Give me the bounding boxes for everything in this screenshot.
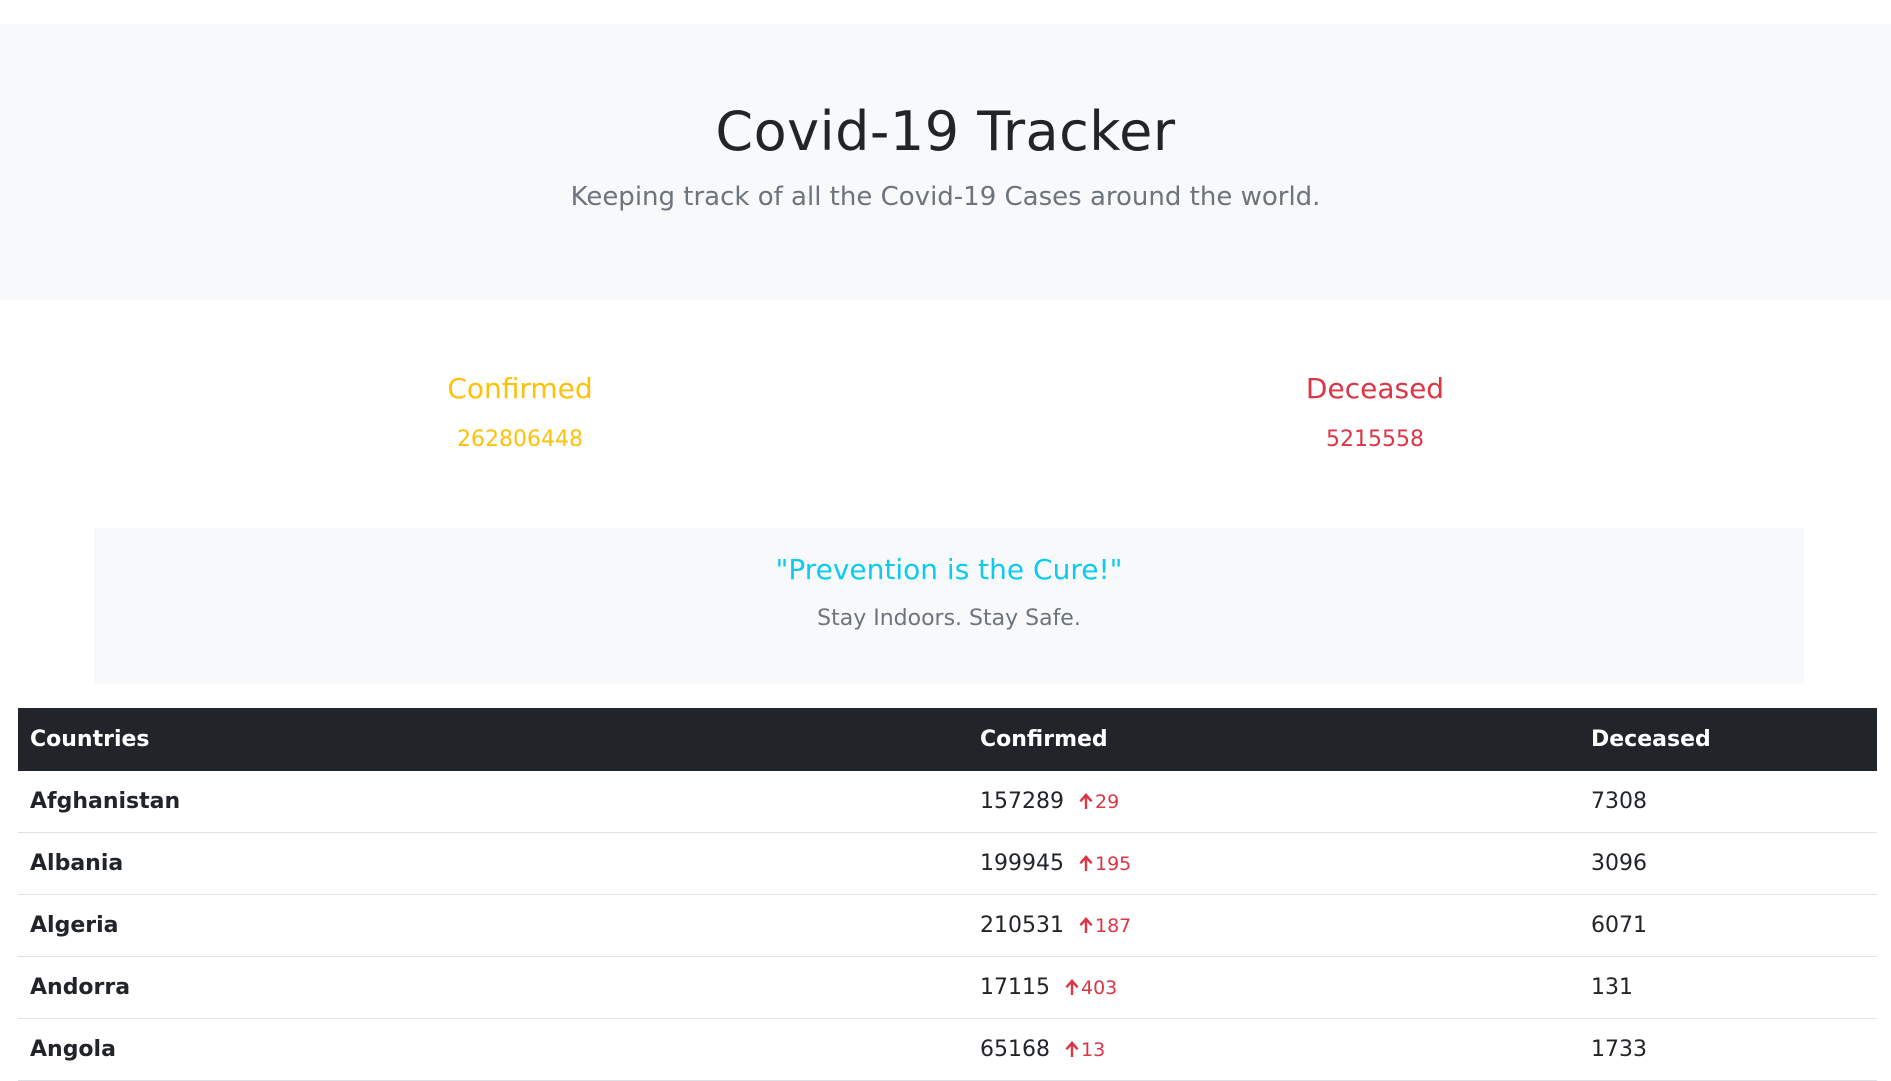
deceased-column-header[interactable]: Deceased [1579, 708, 1877, 771]
country-name: Algeria [18, 894, 968, 957]
page-subtitle: Keeping track of all the Covid-19 Cases … [570, 182, 1321, 212]
deceased-count: 1733 [1579, 1018, 1877, 1081]
arrow-up-icon [1078, 854, 1094, 877]
new-cases-count: 29 [1094, 790, 1120, 813]
table-row[interactable]: Andorra 17115 403 131 [18, 956, 1877, 1019]
countries-column-header[interactable]: Countries [18, 708, 968, 771]
new-cases-delta: 13 [1064, 1039, 1105, 1061]
deceased-count: 7308 [1579, 771, 1877, 833]
prevention-banner: "Prevention is the Cure!" Stay Indoors. … [94, 528, 1804, 684]
deceased-total: 5215558 [1326, 427, 1424, 452]
new-cases-count: 13 [1081, 1038, 1106, 1061]
table-row[interactable]: Albania 199945 195 3096 [18, 832, 1877, 895]
table-body: Afghanistan 157289 29 7308 Albania 199945 195 3… [18, 771, 1877, 1081]
country-name: Angola [18, 1018, 968, 1081]
country-name: Albania [18, 832, 968, 895]
table-row[interactable]: Algeria 210531 187 6071 [18, 894, 1877, 957]
table-row[interactable]: Angola 65168 13 1733 [18, 1018, 1877, 1081]
table-row[interactable]: Afghanistan 157289 29 7308 [18, 771, 1877, 833]
hero-banner: Covid-19 Tracker Keeping track of all th… [0, 24, 1891, 300]
confirmed-total: 262806448 [457, 427, 583, 452]
confirmed-column-header[interactable]: Confirmed [968, 708, 1579, 771]
deceased-count: 6071 [1579, 894, 1877, 957]
deceased-stat: Deceased 5215558 [1175, 372, 1575, 452]
confirmed-count: 65168 [980, 1036, 1050, 1062]
confirmed-cell: 65168 13 [968, 1018, 1579, 1081]
arrow-up-icon [1078, 916, 1094, 939]
arrow-up-icon [1064, 1040, 1080, 1063]
country-name: Andorra [18, 956, 968, 1019]
confirmed-cell: 17115 403 [968, 956, 1579, 1019]
confirmed-cell: 199945 195 [968, 832, 1579, 895]
deceased-count: 131 [1579, 956, 1877, 1019]
confirmed-count: 17115 [980, 974, 1050, 1000]
new-cases-delta: 403 [1064, 977, 1117, 999]
confirmed-stat: Confirmed 262806448 [320, 372, 720, 452]
confirmed-count: 157289 [980, 788, 1064, 814]
new-cases-count: 403 [1081, 976, 1118, 999]
table-header-row: Countries Confirmed Deceased [18, 708, 1877, 771]
new-cases-delta: 195 [1078, 853, 1131, 875]
countries-table: Countries Confirmed Deceased Afghanistan… [18, 708, 1877, 1081]
confirmed-count: 199945 [980, 850, 1064, 876]
new-cases-count: 195 [1094, 852, 1132, 875]
deceased-count: 3096 [1579, 832, 1877, 895]
new-cases-delta: 187 [1078, 915, 1131, 937]
arrow-up-icon [1064, 978, 1080, 1001]
confirmed-label: Confirmed [447, 372, 593, 405]
arrow-up-icon [1078, 792, 1094, 815]
prevention-quote: "Prevention is the Cure!" [775, 553, 1123, 586]
deceased-label: Deceased [1305, 372, 1445, 405]
country-name: Afghanistan [18, 771, 968, 833]
confirmed-count: 210531 [980, 912, 1064, 938]
new-cases-delta: 29 [1078, 791, 1119, 813]
page-title: Covid-19 Tracker [715, 100, 1176, 163]
confirmed-cell: 210531 187 [968, 894, 1579, 957]
stay-safe-message: Stay Indoors. Stay Safe. [817, 606, 1081, 631]
confirmed-cell: 157289 29 [968, 771, 1579, 833]
new-cases-count: 187 [1094, 914, 1132, 937]
